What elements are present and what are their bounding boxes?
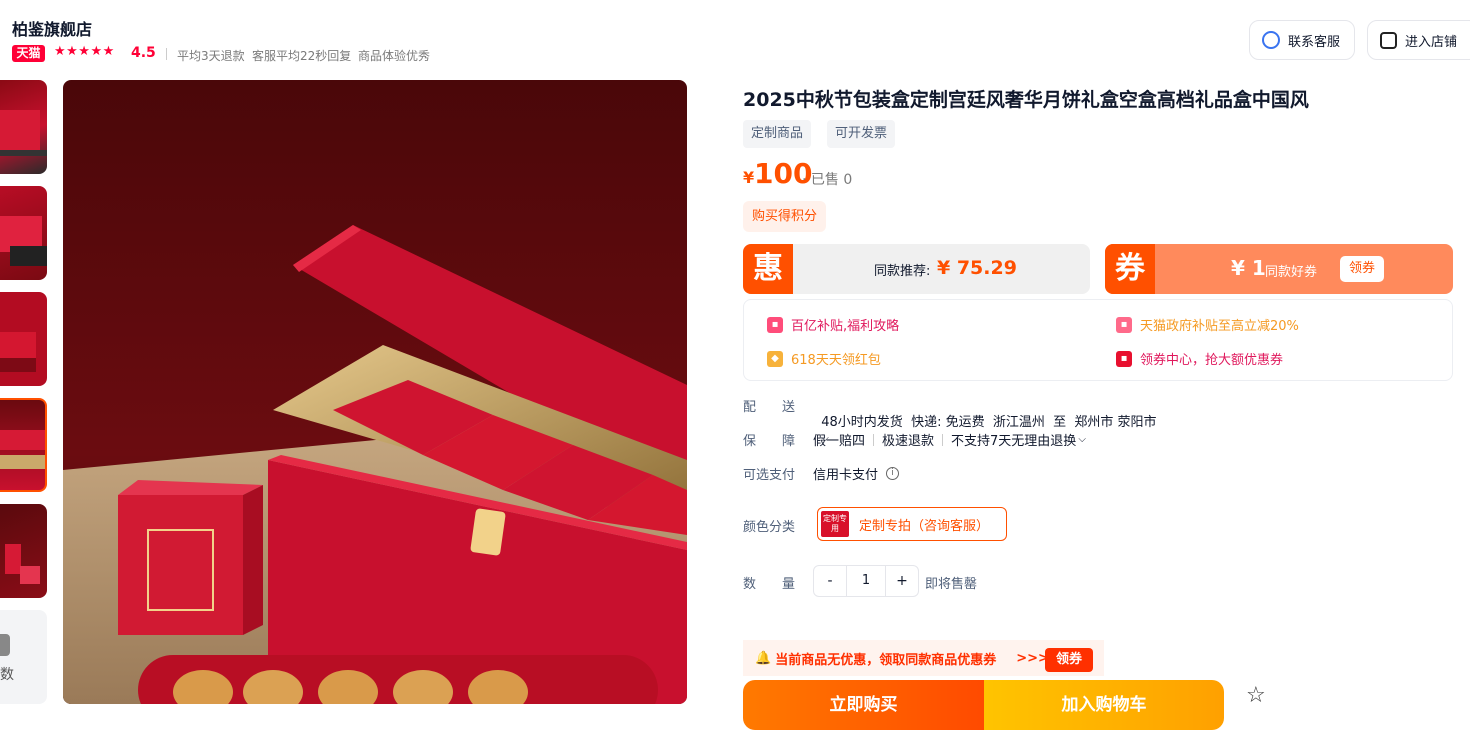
guarantee-item: 假一赔四 (813, 434, 866, 449)
benefit-gov-subsidy[interactable]: ▪ 天猫政府补贴至高立减20% (1116, 315, 1299, 334)
benefits-panel: ▪ 百亿补贴,福利攻略 ▪ 天猫政府补贴至高立减20% ◆ 618天天领红包 ▪… (743, 299, 1453, 381)
guarantee-info[interactable]: 假一赔四 极速退款 不支持7天无理由退换 ⌵ (813, 430, 1086, 449)
guarantee-item: 极速退款 (882, 434, 935, 449)
promo-claim-button[interactable]: 领券 (1045, 648, 1093, 672)
sku-option-label: 定制专拍（咨询客服） (859, 518, 990, 534)
stock-status: 即将售罄 (925, 577, 978, 592)
shop-meta-refund: 平均3天退款 (177, 49, 245, 63)
contact-service-label: 联系客服 (1288, 34, 1341, 50)
thumb-image (0, 332, 36, 372)
deal-label: 同款推荐: (874, 264, 931, 279)
gallery-thumb-1[interactable] (0, 80, 47, 174)
coupon-icon: 券 (1105, 244, 1155, 294)
points-badge[interactable]: 购买得积分 (743, 201, 827, 232)
guarantee-item: 不支持7天无理由退换 (951, 434, 1077, 449)
gallery-thumb-5[interactable] (0, 504, 47, 598)
benefit-subsidy-label: 百亿补贴,福利攻略 (791, 319, 900, 334)
product-title: 2025中秋节包装盒定制宫廷风奢华月饼礼盒空盒高档礼品盒中国风 (743, 89, 1309, 111)
shop-icon (1380, 31, 1397, 49)
quantity-label: 数 量 (743, 577, 796, 592)
promo-bar[interactable]: 🔔 当前商品无优惠，领取同款商品优惠券 >>> 领券 (743, 640, 1104, 676)
contact-service-button[interactable]: 联系客服 (1249, 20, 1355, 60)
red-envelope-icon: ▪ (1116, 350, 1132, 367)
payment-label: 可选支付 (743, 468, 796, 483)
similar-deal-card[interactable]: 惠 同款推荐: ¥ 75.29 (743, 244, 1090, 294)
arrows-icon: >>> (1016, 650, 1049, 666)
shop-meta-experience: 商品体验优秀 (358, 49, 431, 63)
coupon-card[interactable]: 券 ¥ 1 同款好券 领券 (1105, 244, 1453, 294)
guarantee-label: 保 障 (743, 434, 796, 449)
chevron-down-icon: ⌵ (1078, 434, 1086, 445)
coupon-label: 同款好券 (1265, 265, 1318, 280)
price-currency: ¥ (743, 168, 755, 187)
gallery-thumb-3[interactable] (0, 292, 47, 386)
enter-shop-button[interactable]: 进入店铺 (1367, 20, 1470, 60)
benefit-coupon-center[interactable]: ▪ 领券中心，抢大额优惠券 (1116, 349, 1283, 368)
promo-text: 当前商品无优惠，领取同款商品优惠券 (775, 652, 997, 668)
quantity-plus-button[interactable]: + (886, 566, 918, 596)
deal-icon: 惠 (743, 244, 793, 294)
claim-coupon-button[interactable]: 领券 (1340, 256, 1384, 282)
sku-label: 颜色分类 (743, 520, 796, 535)
sold-count: · 已售 0 (802, 172, 853, 188)
gallery-more[interactable]: 数 (0, 610, 47, 704)
video-icon (0, 634, 10, 656)
benefit-coupon-center-label: 领券中心，抢大额优惠券 (1140, 353, 1284, 368)
benefit-subsidy[interactable]: ▪ 百亿补贴,福利攻略 (767, 315, 899, 334)
gallery-thumb-2[interactable] (0, 186, 47, 280)
sku-thumb: 定制专用 (821, 511, 849, 537)
quantity-stepper: - 1 + (813, 565, 919, 597)
shop-meta-reply: 客服平均22秒回复 (252, 49, 352, 63)
sku-option-custom[interactable]: 定制专用 定制专拍（咨询客服） (817, 507, 1007, 541)
cart-icon: ▪ (767, 316, 783, 333)
divider (166, 48, 167, 60)
main-product-image[interactable] (63, 80, 687, 704)
thumb-image (0, 430, 45, 469)
deal-price: ¥ 75.29 (937, 257, 1017, 279)
benefit-gov-subsidy-label: 天猫政府补贴至高立减20% (1140, 319, 1299, 334)
customer-service-icon (1262, 31, 1280, 49)
add-to-cart-button[interactable]: 加入购物车 (984, 680, 1224, 730)
diamond-icon: ◆ (767, 350, 783, 367)
thumb-image (5, 544, 40, 584)
bell-icon: 🔔 (755, 650, 772, 666)
shop-rating: 4.5 (131, 45, 156, 61)
benefit-red-packet-label: 618天天领红包 (791, 353, 881, 368)
delivery-value: 48小时内发货 快递: 免运费 浙江温州 至 郑州市 荥阳市 (821, 415, 1157, 430)
info-icon[interactable]: i (886, 467, 900, 480)
payment-info: 信用卡支付 i (813, 464, 900, 483)
delivery-label: 配 送 (743, 400, 796, 415)
coupon-amount: ¥ 1 (1231, 256, 1266, 280)
benefit-red-packet[interactable]: ◆ 618天天领红包 (767, 349, 881, 368)
rating-stars-icon: ★★★★★ (54, 44, 115, 59)
gallery-thumb-4[interactable] (0, 398, 47, 492)
divider (942, 433, 944, 446)
divider (873, 433, 875, 446)
buy-now-button[interactable]: 立即购买 (743, 680, 984, 730)
tmall-badge: 天猫 (12, 45, 45, 62)
quantity-minus-button[interactable]: - (814, 566, 846, 596)
favorite-star-icon[interactable]: ☆ (1246, 683, 1266, 708)
payment-value: 信用卡支付 (813, 468, 879, 483)
discount-icon: ▪ (1116, 316, 1132, 333)
shop-name[interactable]: 柏鉴旗舰店 (12, 16, 92, 40)
enter-shop-label: 进入店铺 (1405, 34, 1458, 50)
thumb-image (0, 216, 47, 266)
thumb-image (0, 110, 47, 156)
tag-custom: 定制商品 (743, 120, 812, 148)
mooncake-gift-box-image (63, 80, 687, 704)
gallery-more-label: 数 (0, 667, 14, 683)
quantity-input[interactable]: 1 (846, 566, 886, 596)
tag-invoice: 可开发票 (827, 120, 896, 148)
